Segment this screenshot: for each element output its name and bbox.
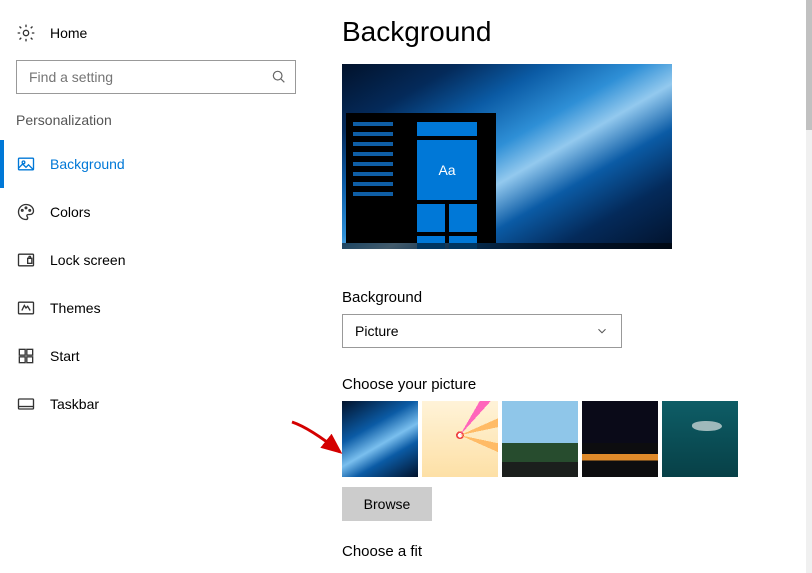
background-dropdown-value: Picture [355, 323, 399, 339]
sidebar-nav: Background Colors Lock s [0, 140, 320, 428]
preview-start-menu: Aa [346, 113, 496, 243]
preview-sample-text: Aa [417, 140, 477, 200]
sidebar-item-label: Colors [50, 204, 90, 220]
background-label: Background [342, 289, 812, 306]
picture-thumb-3[interactable] [502, 401, 578, 477]
search-box[interactable] [16, 60, 296, 94]
main-content: Background Aa Background Picture [320, 0, 812, 573]
picture-thumb-2[interactable] [422, 401, 498, 477]
search-icon [271, 69, 287, 85]
sidebar-item-label: Taskbar [50, 396, 99, 412]
sidebar-item-label: Lock screen [50, 252, 125, 268]
sidebar-item-label: Background [50, 156, 125, 172]
desktop-preview: Aa [342, 64, 672, 249]
nav-home-label: Home [50, 25, 87, 41]
sidebar-section-title: Personalization [0, 112, 320, 140]
sidebar: Home Personalization [0, 0, 320, 573]
background-dropdown[interactable]: Picture [342, 314, 622, 348]
browse-button[interactable]: Browse [342, 487, 432, 521]
sidebar-item-colors[interactable]: Colors [0, 188, 320, 236]
gear-icon [16, 23, 36, 43]
sidebar-item-lock-screen[interactable]: Lock screen [0, 236, 320, 284]
lock-screen-icon [16, 250, 36, 270]
taskbar-icon [16, 394, 36, 414]
picture-thumb-4[interactable] [582, 401, 658, 477]
sidebar-item-label: Start [50, 348, 80, 364]
sidebar-item-themes[interactable]: Themes [0, 284, 320, 332]
page-title: Background [342, 16, 812, 48]
themes-icon [16, 298, 36, 318]
sidebar-item-start[interactable]: Start [0, 332, 320, 380]
scrollbar-thumb[interactable] [806, 0, 812, 130]
chevron-down-icon [595, 324, 609, 338]
sidebar-item-taskbar[interactable]: Taskbar [0, 380, 320, 428]
picture-thumb-1[interactable] [342, 401, 418, 477]
picture-thumb-5[interactable] [662, 401, 738, 477]
choose-picture-label: Choose your picture [342, 376, 812, 393]
search-input[interactable] [17, 61, 295, 93]
palette-icon [16, 202, 36, 222]
picture-icon [16, 154, 36, 174]
picture-thumbnails [342, 401, 812, 477]
choose-fit-label: Choose a fit [342, 543, 812, 560]
sidebar-item-background[interactable]: Background [0, 140, 320, 188]
start-icon [16, 346, 36, 366]
nav-home[interactable]: Home [0, 16, 320, 50]
sidebar-item-label: Themes [50, 300, 101, 316]
